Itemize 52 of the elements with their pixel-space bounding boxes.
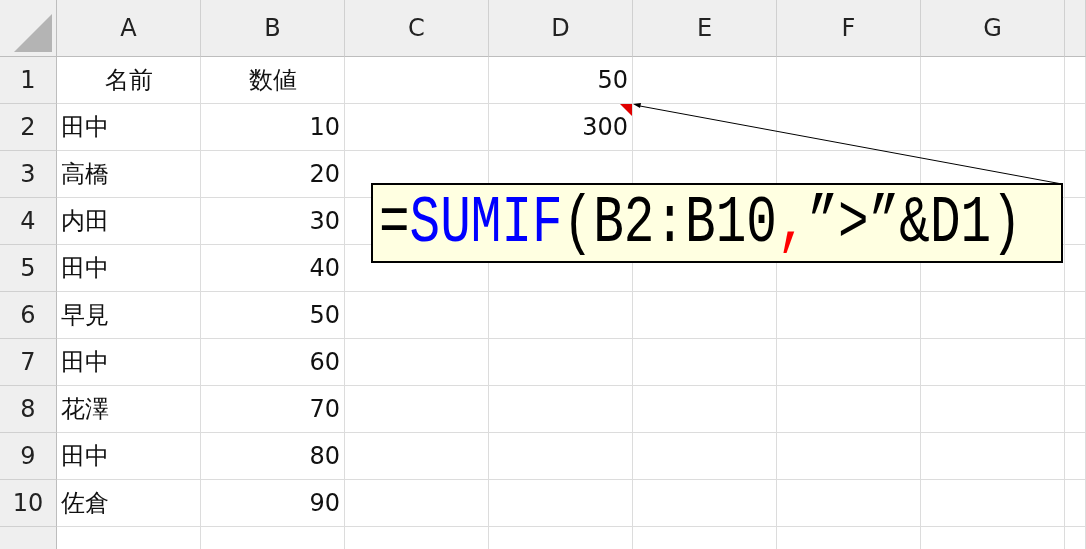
table-cell	[1065, 57, 1086, 104]
row-header[interactable]: 5	[0, 245, 57, 292]
column-header[interactable]: F	[777, 0, 921, 57]
row-header[interactable]: 8	[0, 386, 57, 433]
formula-text: =SUMIF(B2:B10,”>”&D1)	[379, 185, 1022, 261]
column-header[interactable]: A	[57, 0, 201, 57]
column-header[interactable]	[1065, 0, 1086, 57]
row-header[interactable]: 6	[0, 292, 57, 339]
row-header[interactable]: 4	[0, 198, 57, 245]
column-header[interactable]: C	[345, 0, 489, 57]
table-cell	[1065, 339, 1086, 386]
row-header[interactable]: 10	[0, 480, 57, 527]
table-cell: 数値	[201, 57, 345, 104]
table-cell: 40	[201, 245, 345, 292]
table-cell: 佐倉	[57, 480, 201, 527]
table-cell	[1065, 480, 1086, 527]
table-cell: 20	[201, 151, 345, 198]
table-cell: 田中	[57, 245, 201, 292]
table-cell: 60	[201, 339, 345, 386]
column-header[interactable]: E	[633, 0, 777, 57]
table-cell: 10	[201, 104, 345, 151]
column-header[interactable]: B	[201, 0, 345, 57]
table-cell	[1065, 292, 1086, 339]
table-cell: 花澤	[57, 386, 201, 433]
table-cell	[1065, 151, 1086, 198]
column-header[interactable]: G	[921, 0, 1065, 57]
table-cell: 田中	[57, 339, 201, 386]
table-cell	[1065, 198, 1086, 245]
select-all-icon[interactable]	[14, 14, 52, 52]
table-cell	[1065, 104, 1086, 151]
table-cell: 内田	[57, 198, 201, 245]
table-cell	[1065, 386, 1086, 433]
table-cell	[1065, 433, 1086, 480]
table-cell: 50	[201, 292, 345, 339]
row-header[interactable]: 7	[0, 339, 57, 386]
row-header[interactable]: 9	[0, 433, 57, 480]
table-cell: 30	[201, 198, 345, 245]
row-header[interactable]: 2	[0, 104, 57, 151]
row-header[interactable]: 3	[0, 151, 57, 198]
table-cell: 高橋	[57, 151, 201, 198]
table-cell: 早見	[57, 292, 201, 339]
row-header[interactable]: 1	[0, 57, 57, 104]
table-cell: 名前	[57, 57, 201, 104]
table-cell: 田中	[57, 104, 201, 151]
table-cell: 70	[201, 386, 345, 433]
table-cell: 90	[201, 480, 345, 527]
table-cell: 300	[489, 104, 633, 151]
column-header[interactable]: D	[489, 0, 633, 57]
table-cell: 80	[201, 433, 345, 480]
table-cell: 50	[489, 57, 633, 104]
table-cell: 田中	[57, 433, 201, 480]
table-cell	[1065, 245, 1086, 292]
